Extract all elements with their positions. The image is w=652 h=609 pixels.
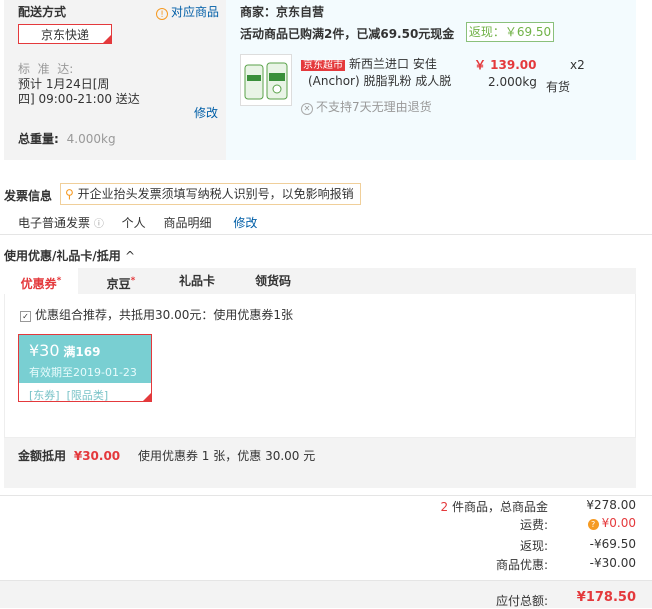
product-price: ￥ 139.00 (474, 58, 537, 72)
combo-text: 优惠组合推荐，共抵用30.00元：使用优惠券1张 (35, 308, 293, 322)
milk-powder-icon (244, 62, 288, 100)
discount-section-toggle[interactable]: 使用优惠/礼品卡/抵用 ^ (4, 247, 135, 264)
combo-recommendation[interactable]: ✓ 优惠组合推荐，共抵用30.00元：使用优惠券1张 (20, 306, 293, 323)
tab-jd-beans-mark: * (130, 276, 136, 286)
coupon-card[interactable]: ¥30 满169 有效期至2019-01-23 [东券] [限品类] (18, 334, 152, 402)
express-option-label: 京东快递 (40, 28, 89, 42)
jd-supermarket-tag: 京东超市 (301, 60, 345, 71)
shipping-fee-amount: ¥0.00 (601, 516, 636, 530)
merchant-label: 商家：京东自营 (240, 5, 325, 19)
match-products-link[interactable]: ! 对应商品 (156, 3, 219, 20)
tab-redeem-code[interactable]: 领货码 (236, 268, 310, 294)
invoice-tip: ⚲ 开企业抬头发票须填写纳税人识别号，以免影响报销 (60, 183, 361, 205)
tab-gift-card[interactable]: 礼品卡 (160, 268, 234, 294)
tab-coupons-label: 优惠券 (20, 277, 57, 291)
discount-section-title: 使用优惠/礼品卡/抵用 (4, 249, 121, 263)
product-discount-label: 商品优惠: (495, 558, 548, 572)
match-products-label: 对应商品 (171, 5, 220, 19)
selected-corner-icon (103, 35, 111, 43)
express-option-button[interactable]: 京东快递 (18, 24, 112, 44)
product-image[interactable] (240, 54, 292, 106)
delivery-schedule-line2: 四] 09:00-21:00 送达 (18, 92, 140, 106)
coupon-validity: 有效期至2019-01-23 (29, 366, 137, 379)
product-name-line2[interactable]: (Anchor) 脱脂乳粉 成人脱 (308, 72, 451, 89)
product-quantity: x2 (570, 58, 585, 72)
shipping-fee-info-icon[interactable]: ? (587, 519, 599, 530)
section-divider (0, 234, 652, 235)
tab-jd-beans[interactable]: 京豆* (84, 268, 158, 294)
items-total-value: ¥278.00 (586, 498, 636, 512)
info-icon: ! (156, 8, 168, 20)
payable-label: 应付总额: (495, 594, 548, 608)
shipping-title: 配送方式 (18, 5, 67, 19)
stock-status: 有货 (546, 80, 571, 94)
summary-amount: ¥30.00 (73, 449, 121, 463)
return-policy-icon: ✕ (301, 103, 313, 115)
total-weight-label: 总重量: (18, 132, 59, 146)
total-weight-value: 4.000kg (66, 132, 116, 146)
coupon-tags: [东券] [限品类] (29, 389, 109, 402)
invoice-tip-text: 开企业抬头发票须填写纳税人识别号，以免影响报销 (77, 187, 354, 201)
summary-desc: 使用优惠券 1 张，优惠 30.00 元 (137, 449, 316, 463)
tab-coupons-mark: * (56, 276, 62, 286)
coupon-amount: ¥30 (29, 341, 60, 360)
rebate-badge: 返现：￥69.50 (466, 22, 554, 42)
invoice-help-icon[interactable]: ⓘ (94, 219, 104, 230)
tab-jd-beans-label: 京豆 (106, 277, 131, 291)
discount-tabs: 优惠券* 京豆* 礼品卡 领货码 (4, 268, 636, 295)
totals-divider (0, 495, 652, 496)
tab-coupons[interactable]: 优惠券* (4, 268, 78, 295)
combo-checkbox[interactable]: ✓ (20, 311, 31, 322)
product-weight: 2.000kg (488, 75, 537, 89)
return-policy-note: 不支持7天无理由退货 (316, 100, 432, 114)
items-count-label: 件商品，总商品金 (448, 500, 548, 514)
coupon-threshold: 满169 (63, 345, 101, 359)
summary-label: 金额抵用 (18, 449, 67, 463)
rebate-value: -¥69.50 (589, 537, 636, 551)
location-pin-icon: ⚲ (65, 187, 74, 201)
coupon-selected-corner-icon (143, 393, 151, 401)
invoice-holder: 个人 (121, 216, 146, 230)
payable-value: ¥178.50 (576, 590, 636, 605)
product-discount-value: -¥30.00 (589, 556, 636, 570)
tab-gift-card-label: 礼品卡 (178, 274, 215, 288)
invoice-type: 电子普通发票 (18, 216, 91, 230)
promo-text: 活动商品已购满2件，已减69.50元现金 (240, 27, 455, 41)
invoice-title: 发票信息 (4, 189, 53, 203)
shipping-fee-value: ? ¥0.00 (546, 516, 636, 530)
rebate-label: 返现: (519, 539, 548, 553)
items-total-label: 2 件商品，总商品金 (408, 498, 548, 515)
edit-invoice-link[interactable]: 修改 (233, 216, 257, 230)
invoice-detail: 商品明细 (163, 216, 212, 230)
shipping-fee-label: 运费: (519, 518, 548, 532)
tab-redeem-code-label: 领货码 (254, 274, 291, 288)
chevron-up-icon: ^ (124, 249, 136, 263)
edit-delivery-link[interactable]: 修改 (194, 104, 218, 121)
product-name-line1[interactable]: 新西兰进口 安佳 (349, 57, 437, 71)
